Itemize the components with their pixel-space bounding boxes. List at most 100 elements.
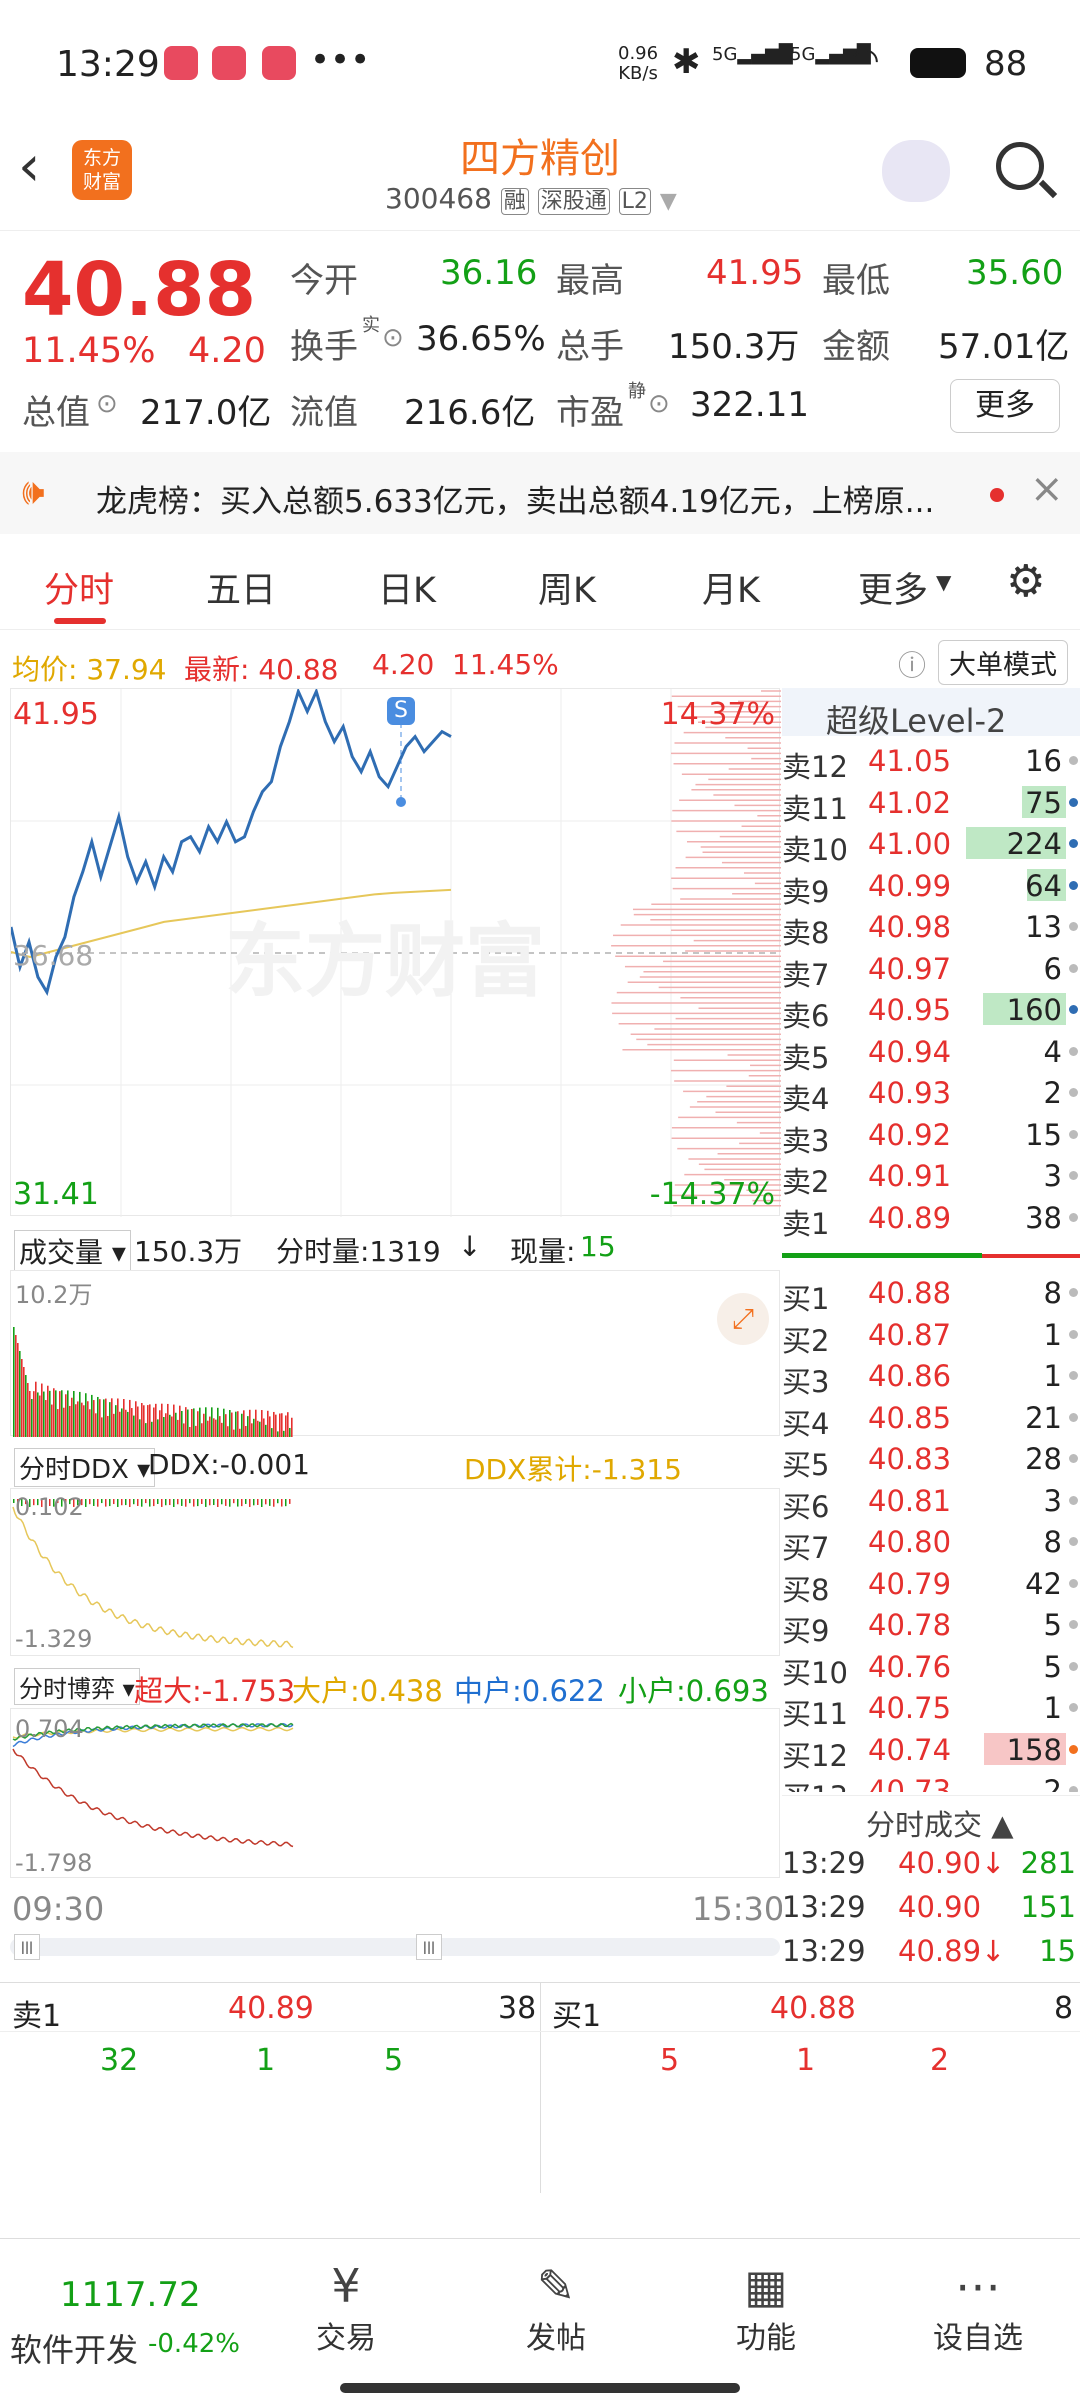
buy-level-label: 买11 (782, 1697, 848, 1731)
tab-daily-k[interactable]: 日K (378, 562, 436, 613)
sell-row[interactable]: 卖4 40.93 2 (782, 1072, 1080, 1116)
sell-row[interactable]: 卖1 40.89 38 (782, 1197, 1080, 1241)
sell-row[interactable]: 卖12 41.05 16 (782, 740, 1080, 784)
volume-chart[interactable]: 10.2万 ⤢ (10, 1270, 780, 1437)
turnover-label: 换手 (290, 327, 358, 367)
ddx-chart[interactable]: 0.102 -1.329 (10, 1488, 780, 1656)
buy-row[interactable]: 买1 40.88 8 (782, 1272, 1080, 1316)
volume-bar (55, 1390, 57, 1437)
volume-bar (85, 1393, 87, 1437)
big-order-mode-button[interactable]: 大单模式 (938, 640, 1068, 685)
expand-icon[interactable]: ⤢ (717, 1293, 769, 1345)
sell-row[interactable]: 卖11 41.02 75 (782, 782, 1080, 826)
sell-row[interactable]: 卖6 40.95 160 (782, 989, 1080, 1033)
search-icon[interactable] (996, 142, 1044, 190)
gear-icon[interactable]: ⚙ (1006, 556, 1045, 607)
level2-header[interactable]: 超级Level-2 (782, 688, 1080, 740)
post-button[interactable]: ✎ 发帖 (496, 2259, 616, 2357)
range-handle-left[interactable]: ||| (14, 1934, 40, 1960)
functions-button[interactable]: ▦ 功能 (706, 2259, 826, 2357)
volume-bar (281, 1413, 283, 1437)
tab-weekly-k[interactable]: 周K (538, 562, 596, 613)
time-range-scrollbar[interactable]: ||| ||| (10, 1934, 780, 1960)
volume-bar (141, 1402, 143, 1437)
buy-row[interactable]: 买11 40.75 1 (782, 1687, 1080, 1731)
queue-sell-item[interactable]: 5 (384, 2043, 403, 2078)
robot-assistant-icon[interactable] (882, 140, 950, 202)
buy-row[interactable]: 买8 40.79 42 (782, 1563, 1080, 1607)
range-handle-right[interactable]: ||| (416, 1934, 442, 1960)
volume-total: 150.3万 (134, 1235, 243, 1268)
volume-bar (139, 1419, 141, 1437)
ddx-bar (129, 1499, 131, 1507)
more-button[interactable]: 更多 (950, 379, 1060, 433)
tab-monthly-k[interactable]: 月K (702, 562, 760, 613)
help-icon[interactable]: ⓘ (898, 644, 926, 684)
mcap-info-icon[interactable]: ⊙ (96, 389, 118, 419)
turnover-info-icon[interactable]: ⊙ (382, 323, 404, 353)
more-circle-icon: ⋯ (955, 2259, 1001, 2313)
pe-info-icon[interactable]: ⊙ (648, 389, 670, 419)
capital-game-selector[interactable]: 分时博弈 ▾ (14, 1668, 140, 1705)
intraday-price-chart[interactable]: 东方财富 S 41.95 14.37% 36.68 31.41 -14.37% (10, 688, 781, 1217)
sell-row[interactable]: 卖2 40.91 3 (782, 1155, 1080, 1199)
queue-buy-price: 40.88 (770, 1991, 856, 2026)
tick-row: 13:29 40.90 151 (782, 1886, 1080, 1928)
buy-row[interactable]: 买4 40.85 21 (782, 1397, 1080, 1441)
buy-row[interactable]: 买2 40.87 1 (782, 1314, 1080, 1358)
level-dot (1069, 1005, 1078, 1014)
volume-bar (31, 1399, 33, 1437)
sell-row[interactable]: 卖7 40.97 6 (782, 948, 1080, 992)
buy-level-volume: 2 (1043, 1774, 1062, 1792)
tab-more[interactable]: 更多 (858, 562, 928, 613)
buy-row[interactable]: 买12 40.74 158 (782, 1729, 1080, 1773)
buy-level-volume: 1 (1043, 1317, 1062, 1352)
volume-bar (245, 1426, 247, 1437)
sell-level-price: 41.05 (868, 744, 952, 778)
index-value[interactable]: 1117.72 (60, 2275, 201, 2315)
buy-row[interactable]: 买10 40.76 5 (782, 1646, 1080, 1690)
s-marker[interactable]: S (387, 697, 415, 725)
ddx-bar (117, 1499, 119, 1507)
stock-code-line[interactable]: 300468 融 深股通 L2 ▼ (385, 182, 677, 215)
trade-button[interactable]: ¥ 交易 (286, 2259, 406, 2357)
sell-row[interactable]: 卖3 40.92 15 (782, 1114, 1080, 1158)
ddx-bar (161, 1499, 163, 1507)
queue-buy-item[interactable]: 2 (930, 2043, 949, 2078)
close-icon[interactable]: × (1030, 466, 1064, 512)
volume-bar (203, 1413, 205, 1437)
buy-level-price: 40.83 (868, 1442, 952, 1476)
buy-row[interactable]: 买9 40.78 5 (782, 1604, 1080, 1648)
queue-buy-item[interactable]: 5 (660, 2043, 679, 2078)
dragon-tiger-notice[interactable]: 🕪 龙虎榜：买入总额5.633亿元，卖出总额4.19亿元，上榜原... × (0, 452, 1080, 534)
bluetooth-icon: ✱ (672, 42, 701, 82)
capital-game-chart[interactable]: 0.704 -1.798 (10, 1708, 780, 1878)
tab-intraday[interactable]: 分时 (44, 562, 114, 613)
mcap-label: 总值 (22, 393, 90, 433)
buy-row[interactable]: 买13 40.73 2 (782, 1770, 1080, 1792)
sell-row[interactable]: 卖5 40.94 4 (782, 1031, 1080, 1075)
volume-bar (187, 1409, 189, 1437)
ddx-bar (209, 1499, 211, 1506)
queue-sell-item[interactable]: 32 (100, 2043, 138, 2078)
ddx-selector[interactable]: 分时DDX ▾ (14, 1448, 156, 1487)
queue-buy-item[interactable]: 1 (796, 2043, 815, 2078)
stock-name[interactable]: 四方精创 (460, 126, 620, 184)
ddx-bar (113, 1499, 115, 1505)
sell-row[interactable]: 卖9 40.99 64 (782, 865, 1080, 909)
queue-sell-item[interactable]: 1 (256, 2043, 275, 2078)
tick-trades[interactable]: 分时成交 ▲ 13:29 40.90↓ 281 13:29 40.90 151 13:29 4… (782, 1795, 1080, 1985)
add-favorite-label: 设自选 (933, 2321, 1023, 2356)
add-favorite-button[interactable]: ⋯ 设自选 (918, 2259, 1038, 2357)
volume-selector[interactable]: 成交量 ▾ (14, 1230, 131, 1272)
sell-level-volume: 224 (1006, 827, 1062, 861)
buy-row[interactable]: 买6 40.81 3 (782, 1480, 1080, 1524)
buy-row[interactable]: 买5 40.83 28 (782, 1438, 1080, 1482)
buy-row[interactable]: 买7 40.80 8 (782, 1521, 1080, 1565)
index-name[interactable]: 软件开发 (10, 2325, 138, 2371)
sell-row[interactable]: 卖10 41.00 224 (782, 823, 1080, 867)
buy-row[interactable]: 买3 40.86 1 (782, 1355, 1080, 1399)
sell-row[interactable]: 卖8 40.98 13 (782, 906, 1080, 950)
back-icon[interactable]: ‹ (18, 134, 40, 199)
tab-five-day[interactable]: 五日 (206, 562, 276, 613)
